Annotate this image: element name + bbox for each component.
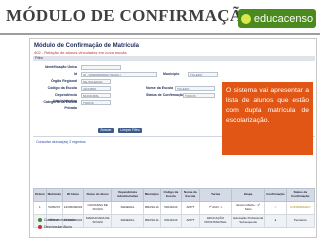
cell: BRASILIA xyxy=(142,214,161,228)
search-button[interactable]: Buscar xyxy=(98,128,114,133)
school-code-label: Código da Escola xyxy=(47,86,77,90)
legend-confirm-label: Confirmar matrícula xyxy=(44,218,75,222)
cell: APPT xyxy=(180,214,200,228)
admin-dep-field[interactable]: MUNICIPAL xyxy=(81,92,111,98)
col-municipio: Município xyxy=(142,188,161,202)
col-matricula: Matrícula xyxy=(45,188,63,202)
cell: FEDERAL xyxy=(111,214,144,228)
confirm-icon xyxy=(38,218,42,223)
cell: BRASILIA xyxy=(142,201,161,215)
cell: 53011043 xyxy=(159,201,182,215)
col-turma: Turma xyxy=(198,188,233,202)
status-select[interactable]: TODOS xyxy=(183,92,215,98)
col-confirmacao: Confirmação xyxy=(264,188,287,202)
county-label: Município xyxy=(163,72,180,76)
category-label: Categoria da Escola Privada xyxy=(43,100,77,110)
cell: MARAJOARA DE SOUZA xyxy=(83,214,113,228)
table-header-row: Ordem Matrícula ID Aluno Nome do Aluno D… xyxy=(33,188,316,202)
filter-bar: Filtro xyxy=(33,56,315,61)
confirm-radio[interactable]: ○ xyxy=(264,201,287,215)
educacenso-logo: educacenso xyxy=(238,9,316,28)
col-id-aluno: ID Aluno xyxy=(61,188,85,202)
cell: APPT xyxy=(180,201,200,215)
col-nome: Nome do Aluno xyxy=(83,188,113,202)
category-select[interactable]: TODOS xyxy=(81,99,111,105)
status-cell: Pendente xyxy=(285,214,316,228)
confirm-radio[interactable]: ● xyxy=(264,214,287,228)
county-field[interactable]: TOLEDO xyxy=(188,71,218,77)
logo-icon xyxy=(240,13,251,24)
status-cell: CONFIRMADO xyxy=(285,201,316,215)
expand-link[interactable]: Consultar alunos(as) 2 registros xyxy=(36,140,86,144)
cell: Educação Profissional Subsequente xyxy=(231,214,266,228)
id-label: Id xyxy=(73,72,77,76)
cell: 1 xyxy=(33,201,47,215)
cell: FEDERAL xyxy=(111,201,144,215)
student-id-label: Identificação Única xyxy=(45,65,77,69)
cell: Ensino Médio - 1º Série xyxy=(231,201,266,215)
cell: 5005272 xyxy=(45,201,63,215)
cell: 53011043 xyxy=(159,214,182,228)
cell: 12345200034 xyxy=(61,201,85,215)
col-ordem: Ordem xyxy=(33,188,47,202)
slide-title: MÓDULO DE CONFIRMAÇÃO xyxy=(6,6,256,25)
status-label: Status de Confirmação xyxy=(146,93,185,97)
col-etapa: Etapa xyxy=(231,188,266,202)
reg-org-field[interactable]: NE-SOLEDAD xyxy=(81,78,111,84)
cell: 7º ANO - I xyxy=(198,201,233,215)
students-table: Ordem Matrícula ID Aluno Nome do Aluno D… xyxy=(33,188,316,228)
row-student-id: Identificação Única xyxy=(33,64,315,70)
col-codigo: Código da Escola xyxy=(159,188,182,202)
col-status: Status da Confirmação xyxy=(285,188,316,202)
legend-unlink: Desvincular Aluno xyxy=(38,225,73,230)
col-nome-escola: Nome da Escola xyxy=(180,188,200,202)
clear-filter-button[interactable]: Limpar Filtro xyxy=(118,128,142,133)
school-code-field[interactable]: 41114500 xyxy=(81,85,111,91)
table-row: 1 5005272 12345200034 MARAJOARA DE SOUZA… xyxy=(33,214,316,228)
module-subtitle: 402 - Relação de alunos vinculados em no… xyxy=(34,50,127,55)
row-id: Id ID - 000000000000 (SIMUL) Município T… xyxy=(33,71,315,77)
student-id-field[interactable] xyxy=(81,64,121,70)
school-name-label: Nome da Escola xyxy=(146,86,174,90)
legend-unlink-label: Desvincular Aluno xyxy=(44,225,73,229)
col-dependencia: Dependência Administrativa xyxy=(111,188,144,202)
school-name-field[interactable]: TOLEDO xyxy=(175,85,215,91)
logo-text: educacenso xyxy=(253,12,314,25)
legend-confirm: Confirmar matrícula xyxy=(38,218,75,223)
cell: EDUCAÇÃO PROFISSIONAL xyxy=(198,214,233,228)
id-field[interactable]: ID - 000000000000 (SIMUL) xyxy=(81,71,157,77)
table-row: 1 5005272 12345200034 GIOVANNA DE SOUZA … xyxy=(33,201,316,215)
cell: GIOVANNA DE SOUZA xyxy=(83,201,113,215)
reg-org-label: Órgão Regional xyxy=(50,79,77,83)
callout-box: O sistema vai apresentar a lista de alun… xyxy=(222,82,313,155)
module-title: Módulo de Confirmação de Matrícula xyxy=(34,43,140,49)
unlink-icon xyxy=(38,225,42,230)
title-rule xyxy=(0,33,320,35)
